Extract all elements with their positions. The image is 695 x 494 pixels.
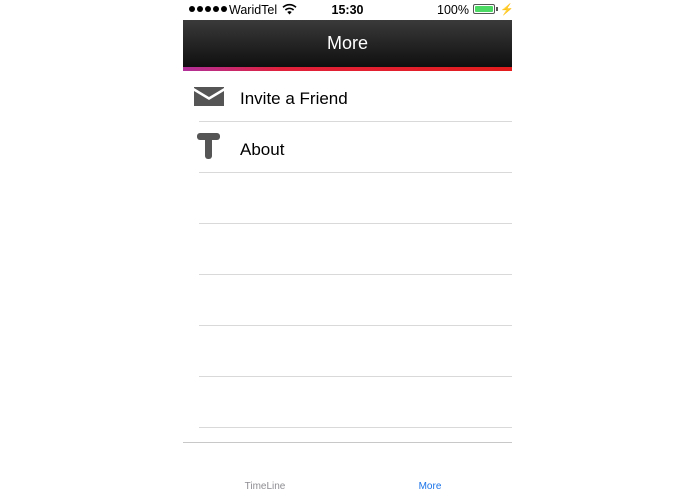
navigation-bar: More [183, 20, 512, 67]
menu-item-label: About [240, 140, 285, 159]
battery-level-fill [475, 6, 493, 12]
mail-icon [194, 87, 224, 106]
more-menu-list: Invite a Friend About [183, 71, 512, 428]
battery-tip [496, 7, 498, 11]
empty-row [183, 275, 512, 326]
tab-bar: TimeLine More [183, 442, 512, 494]
empty-row [183, 224, 512, 275]
page-title: More [326, 33, 368, 53]
tab-more[interactable]: More [380, 481, 480, 492]
menu-item-about[interactable]: About [183, 122, 512, 173]
charging-bolt-icon: ⚡ [500, 4, 512, 16]
tab-timeline[interactable]: TimeLine [215, 481, 315, 492]
battery-icon [473, 4, 495, 14]
status-bar: WaridTel 15:30 100% ⚡ [183, 0, 512, 20]
battery-percentage: 100% [437, 3, 469, 17]
phone-screen: WaridTel 15:30 100% ⚡ More Invite a Frie… [183, 0, 512, 494]
menu-item-label: Invite a Friend [240, 89, 348, 108]
menu-item-invite-friend[interactable]: Invite a Friend [183, 71, 512, 122]
empty-row [183, 173, 512, 224]
about-icon [197, 133, 220, 159]
empty-row [183, 377, 512, 428]
empty-row [183, 326, 512, 377]
